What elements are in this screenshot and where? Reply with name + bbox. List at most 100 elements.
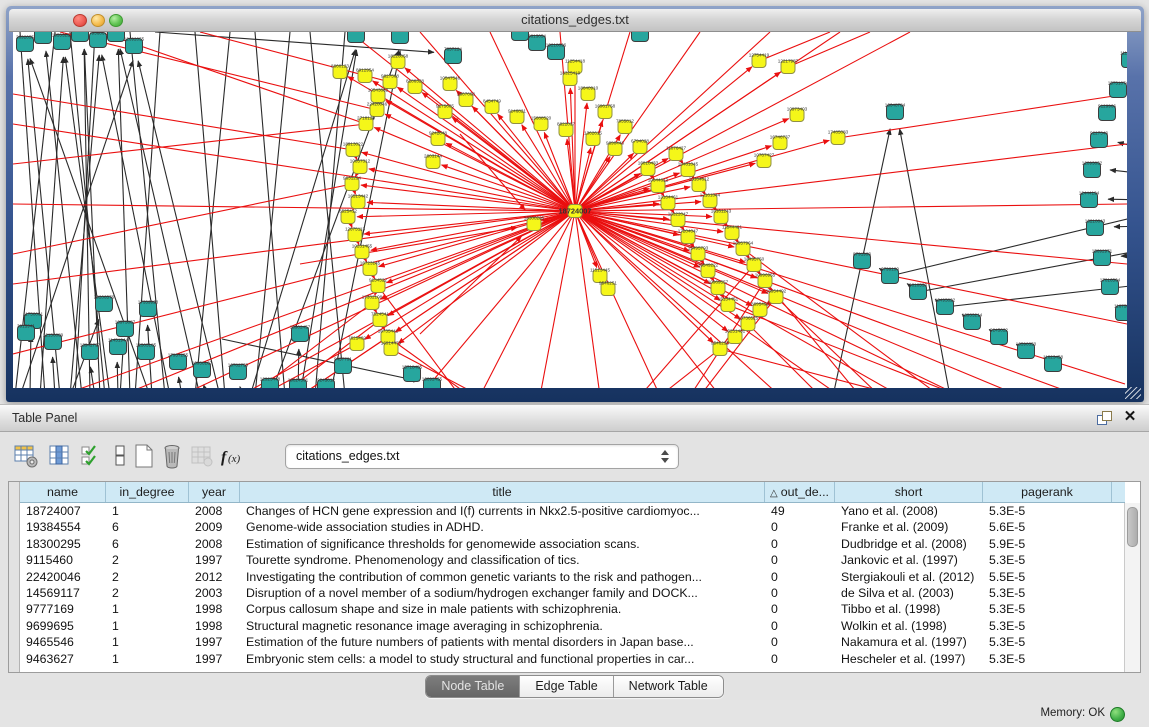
graph-node-label: 17957255 [168,353,189,358]
graph-node-label: 11544491 [722,225,743,230]
table-cell: 1 [106,618,189,634]
table-cell: 18724007 [20,503,106,519]
table-cell: 2012 [189,569,240,585]
tab-edge-table[interactable]: Edge Table [520,676,613,697]
table-cell: 5.3E-5 [983,503,1112,519]
graph-node-label: 15954492 [766,289,787,294]
graph-node-label: 9227343 [1090,131,1108,136]
graph-node-label: 9146821 [508,109,526,114]
graph-node-label: 18724007 [559,207,592,216]
graph-node-label: 20206576 [94,295,115,300]
table-row[interactable]: 1830029562008Estimation of significance … [20,536,1125,552]
delete-column-button[interactable] [158,442,186,470]
table-cell: 6 [106,536,189,552]
graph-node-label: 16810433 [638,161,659,166]
graph-node-label: 6794028 [631,139,649,144]
graph-node[interactable] [35,32,52,44]
scrollbar-thumb[interactable] [1127,507,1138,547]
new-column-button[interactable] [130,442,158,470]
graph-node-label: 16251481 [725,329,746,334]
graph-edge [575,211,1127,324]
table-row[interactable]: 1872400712008Changes of HCN gene express… [20,503,1125,519]
graph-node-label: 8186328 [406,79,424,84]
window-resize-grip[interactable] [1125,387,1141,399]
column-header-title[interactable]: title [240,482,765,502]
graph-node-label: 10644612 [648,178,669,183]
window-title-bar[interactable]: citations_edges.txt [9,9,1141,32]
table-selector-value: citations_edges.txt [296,445,400,468]
graph-node-label: 15495793 [688,246,709,251]
graph-node[interactable] [632,32,649,42]
select-columns-button[interactable] [46,442,74,470]
graph-node-label: 12093832 [1082,161,1103,166]
table-header-row: namein_degreeyeartitle△out_de...shortpag… [20,482,1125,503]
table-row[interactable]: 946554611997Estimation of the future num… [20,634,1125,650]
graph-node-label: 8912954 [356,68,374,73]
row-header-gutter [9,482,20,672]
table-row[interactable]: 911546021997Tourette syndrome. Phenomeno… [20,552,1125,568]
delete-table-button[interactable] [188,442,216,470]
graph-edge [379,211,575,267]
graph-node[interactable] [108,32,125,42]
graph-node[interactable] [512,32,529,41]
table-scrollbar[interactable] [1124,503,1140,672]
table-cell: Disruption of a novel member of a sodium… [240,585,765,601]
table-settings-button[interactable] [12,442,40,470]
graph-edge [388,211,575,316]
table-cell: 0 [765,585,835,601]
table-row[interactable]: 946362711997Embryonic stem cells: a mode… [20,651,1125,667]
function-builder-button[interactable]: f(x) [218,442,246,470]
graph-edge [1114,226,1127,227]
table-cell: 1997 [189,634,240,650]
graph-edge [1108,199,1127,200]
graph-node-label: 9129966 [1098,104,1116,109]
table-row[interactable]: 1456911722003Disruption of a novel membe… [20,585,1125,601]
graph-node-label: 1362615 [584,131,602,136]
column-header-out_de[interactable]: △out_de... [765,482,835,502]
column-header-name[interactable]: name [20,482,106,502]
column-header-short[interactable]: short [835,482,983,502]
graph-node-label: 9890448 [606,141,624,146]
graph-node-label: 10902457 [290,325,311,330]
memory-status-label: Memory: OK [1040,700,1105,726]
graph-node-label: 16933214 [962,313,983,318]
tab-node-table[interactable]: Node Table [426,676,520,697]
table-selector-dropdown[interactable]: citations_edges.txt [285,444,679,469]
graph-node[interactable] [72,32,89,42]
graph-node[interactable] [392,32,409,44]
graph-node-label: 11750061 [23,312,44,317]
table-cell: 0 [765,651,835,667]
graph-node-label: 10553253 [52,33,73,38]
table-row[interactable]: 1938455462009Genome-wide association stu… [20,519,1125,535]
float-panel-icon[interactable] [1097,411,1113,425]
table-cell: Jankovic et al. (1997) [835,552,983,568]
table-cell: 49 [765,503,835,519]
table-cell: 1997 [189,651,240,667]
tab-network-table[interactable]: Network Table [614,676,723,697]
table-row[interactable]: 977716911998Corpus callosum shape and si… [20,601,1125,617]
table-row[interactable]: 969969511998Structural magnetic resonanc… [20,618,1125,634]
graph-edge [575,211,780,388]
table-cell: 5.3E-5 [983,651,1112,667]
column-header-pagerank[interactable]: pagerank [983,482,1112,502]
graph-edge [395,211,575,332]
network-window: citations_edges.txt 18300295866012389129… [6,6,1144,402]
graph-edge [362,152,575,211]
table-cell: 1 [106,634,189,650]
column-header-year[interactable]: year [189,482,240,502]
graph-node-label: 16746737 [770,135,791,140]
table-cell: 0 [765,569,835,585]
column-header-in_degree[interactable]: in_degree [106,482,189,502]
select-rows-button[interactable] [78,442,106,470]
graph-node[interactable] [348,32,365,43]
network-canvas[interactable]: 1830029586601238912954182260589827508818… [13,32,1127,388]
graph-edge [138,61,220,388]
window-title: citations_edges.txt [9,9,1141,31]
graph-node-label: 9134522 [369,278,387,283]
new-column-icon [131,443,157,469]
delete-table-icon [189,443,215,469]
table-row[interactable]: 2242004622012Investigating the contribut… [20,569,1125,585]
graph-node-label: 9242848 [429,131,447,136]
graph-node-label: 10547546 [440,76,461,81]
close-panel-icon[interactable]: ✕ [1121,408,1139,426]
